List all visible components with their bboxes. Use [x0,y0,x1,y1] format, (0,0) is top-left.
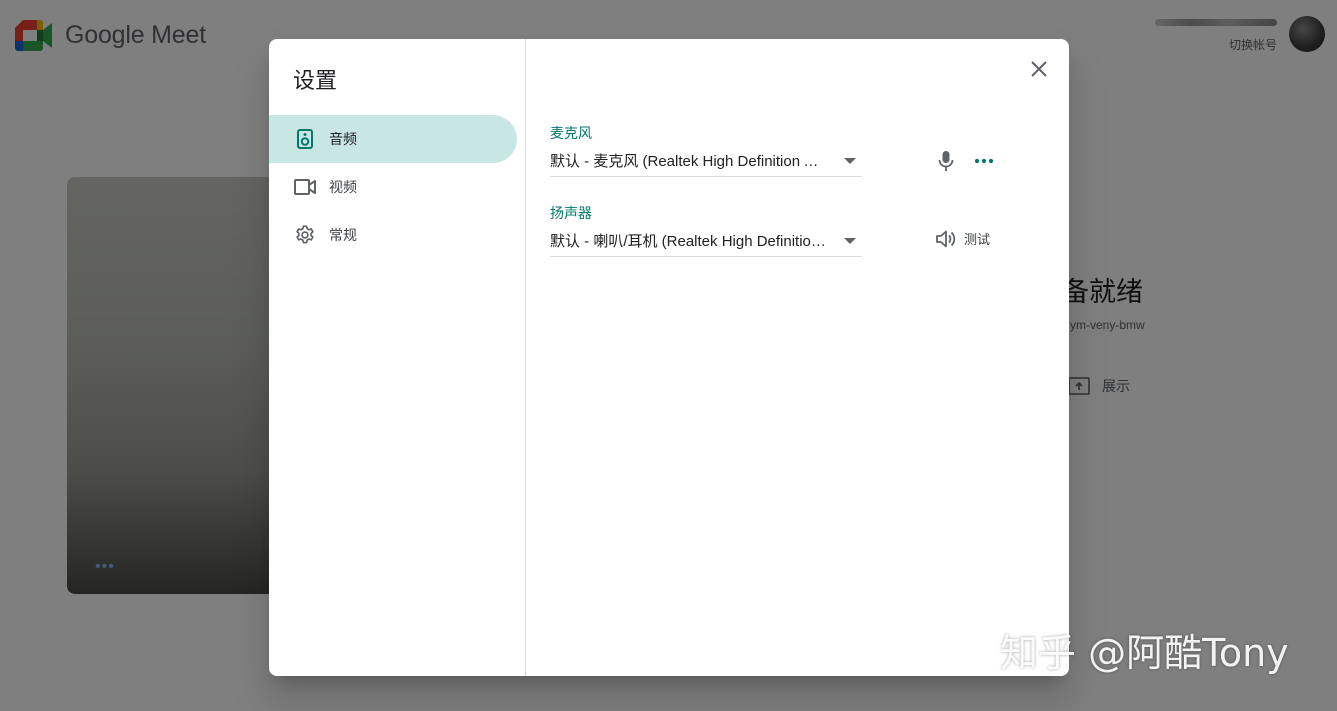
speaker-select[interactable]: 默认 - 喇叭/耳机 (Realtek High Definition Audi… [550,225,862,257]
dropdown-caret-icon [838,149,862,173]
volume-icon [936,230,956,247]
speaker-label: 扬声器 [550,205,592,221]
nav-label-audio: 音频 [329,131,357,147]
gear-icon [293,223,317,247]
close-icon[interactable] [1027,57,1051,81]
microphone-label: 麦克风 [550,125,592,141]
speaker-test-button[interactable]: 测试 [936,229,990,248]
nav-item-video[interactable]: 视频 [269,163,517,211]
watermark: 知乎 @阿酷Tony [1000,631,1289,675]
nav-label-general: 常规 [329,227,357,243]
nav-item-general[interactable]: 常规 [269,211,517,259]
speaker-value: 默认 - 喇叭/耳机 (Realtek High Definition Audi… [550,233,838,250]
videocam-icon [293,175,317,199]
dialog-title: 设置 [293,68,338,93]
settings-nav: 设置 音频 视频 常规 [269,39,526,676]
speaker-icon [293,127,317,151]
settings-content: 麦克风 默认 - 麦克风 (Realtek High Definition Au… [526,39,1069,676]
microphone-select[interactable]: 默认 - 麦克风 (Realtek High Definition Audio) [550,145,862,177]
dropdown-caret-icon [838,229,862,253]
settings-dialog: 设置 音频 视频 常规 麦克风 默认 - 麦克风 (Realtek High D… [269,39,1069,676]
nav-item-audio[interactable]: 音频 [269,115,517,163]
nav-label-video: 视频 [329,179,357,195]
microphone-icon [935,149,957,173]
more-horiz-icon[interactable] [972,149,996,173]
microphone-value: 默认 - 麦克风 (Realtek High Definition Audio) [550,153,838,170]
speaker-test-label: 测试 [964,232,991,247]
